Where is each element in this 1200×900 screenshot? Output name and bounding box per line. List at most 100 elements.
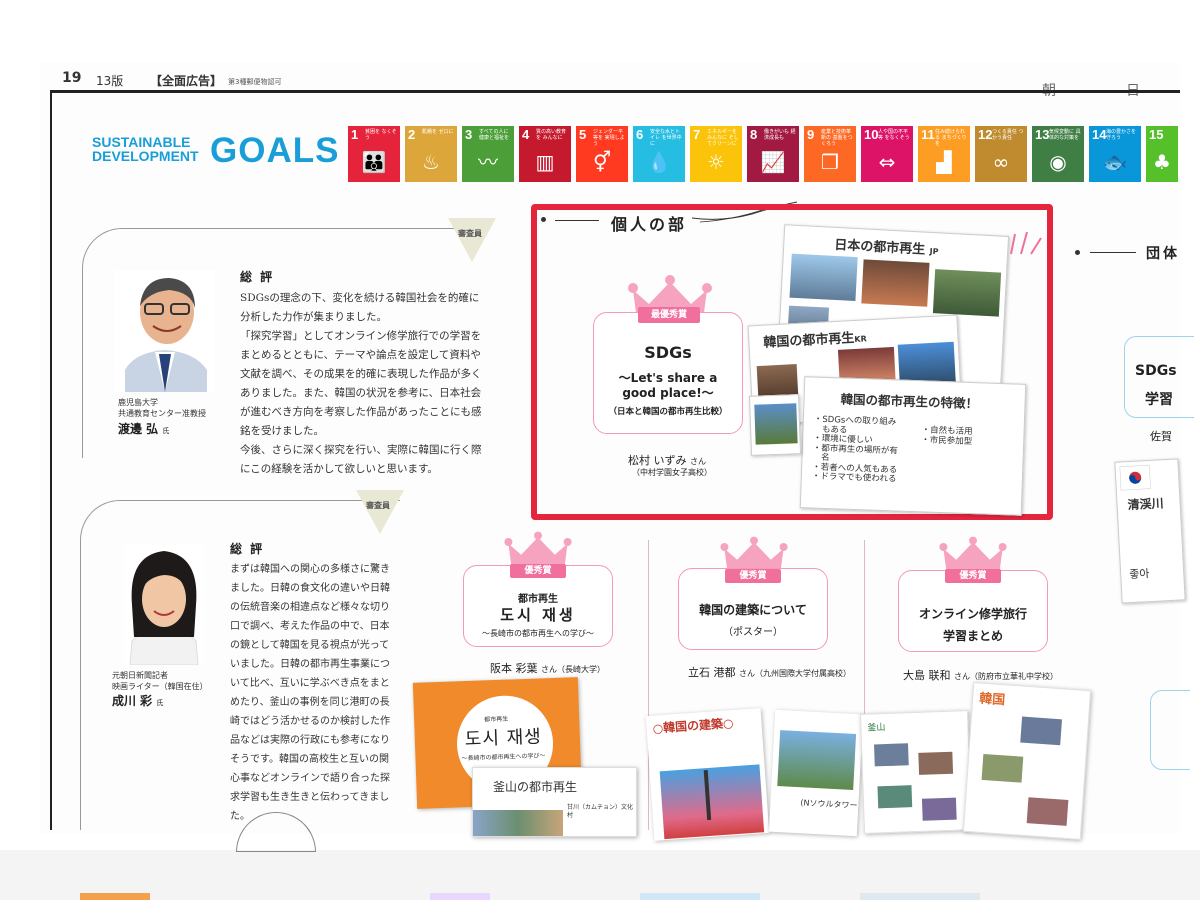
excellence-award-card: 優秀賞 都市再生 도시 재생 ～長崎市の都市再生への学び～ xyxy=(463,564,613,647)
postal-permit: 第3種郵便物認可 xyxy=(228,78,282,86)
author-name-text: 大島 联和 xyxy=(903,669,951,682)
equality-icon: ⇔ xyxy=(878,150,896,174)
author-name: 立石 港都 さん（九州国際大学付属高校） xyxy=(688,664,851,680)
sdg-number: 12 xyxy=(978,127,993,142)
sdg-caption: 貧困を なくそう xyxy=(365,129,397,141)
photo-tile xyxy=(1026,797,1069,826)
page-number: 19 xyxy=(62,70,82,86)
honorific: 氏 xyxy=(156,699,164,707)
group-entry-subtitle: 学習 xyxy=(1145,392,1173,408)
poster-busan: 釜山の都市再生 甘川（カムチョン）文化村 xyxy=(472,767,637,837)
photo-tile xyxy=(897,341,956,385)
book-icon: ▥ xyxy=(535,150,555,174)
sdg-caption: つくる責任 つかう責任 xyxy=(992,129,1024,141)
sdg-number: 10 xyxy=(864,127,879,142)
features-list: ・SDGsへの取り組み もある ・環境に優しい ・都市再生の場所が有 名 ・若者… xyxy=(811,415,899,485)
sdg-number: 13 xyxy=(1035,127,1050,142)
sdg-number: 14 xyxy=(1092,127,1107,142)
entry-note: （日本と韓国の都市再生比較） xyxy=(608,407,728,417)
sdg-number: 2 xyxy=(408,127,416,142)
sdg-goal-4: 4 質の高い教育を みんなに ▥ xyxy=(519,126,571,182)
sdg-caption: すべての人に 健康と福祉を xyxy=(479,129,510,141)
photo-tile xyxy=(777,730,857,790)
entry-subtitle: （ポスター） xyxy=(723,627,783,638)
fish-icon: 🐟 xyxy=(1102,150,1128,174)
overview-heading: 総 評 xyxy=(230,542,265,556)
comment-paragraph: 今後、さらに深く探究を行い、実際に韓国に行く際にこの経験を活かして欲しいと思いま… xyxy=(240,444,482,475)
poster-hangul-title: 도시 재생 xyxy=(464,726,543,751)
poster-photo-card xyxy=(748,394,802,456)
award-badge: 優秀賞 xyxy=(945,569,1001,583)
edition-label: 13版 xyxy=(96,74,124,88)
honorific: さん xyxy=(541,665,557,674)
feature-item: ・市民参加型 xyxy=(921,435,973,448)
judge-badge xyxy=(356,490,404,534)
sdg-caption: 働きがいも 経済成長も xyxy=(764,129,796,141)
poster-features-card: 韓国の都市再生の特徴！ ・SDGsへの取り組み もある ・環境に優しい ・都市再… xyxy=(799,376,1027,516)
poster-busan-title: 釜山の都市再生 xyxy=(493,780,578,794)
city-icon: ▟ xyxy=(936,150,952,174)
honorific: さん xyxy=(690,457,706,466)
features-list-right: ・自然も活用 ・市民参加型 xyxy=(921,425,973,447)
poster-korea-study: 韓国 xyxy=(962,682,1092,840)
left-border-rule xyxy=(50,90,52,830)
sdg-number: 6 xyxy=(636,127,644,142)
poster-japan-title: 日本の都市再生 JP xyxy=(834,234,939,258)
judge-photo xyxy=(115,270,215,392)
sdg-goal-3: 3 すべての人に 健康と福祉を 〰 xyxy=(462,126,514,182)
sdg-number: 9 xyxy=(807,127,815,142)
comment-paragraph: 「探究学習」としてオンライン修学旅行での学習をまとめるとともに、テーマや論点を設… xyxy=(240,330,482,437)
bullet-dot xyxy=(1075,250,1080,255)
sdg-number: 15 xyxy=(1149,127,1164,142)
poster-place-label: 甘川（カムチョン）文化村 xyxy=(567,804,634,819)
affiliation-line: 共通教育センター准教授 xyxy=(118,409,206,418)
judge-photo xyxy=(124,545,204,665)
sdg-number: 4 xyxy=(522,127,530,142)
korea-flag-icon xyxy=(1119,464,1151,491)
features-title: 韓国の都市再生の特徴！ xyxy=(840,391,979,412)
honorific: 氏 xyxy=(162,427,170,435)
comment-paragraph: まずは韓国への関心の多様さに驚きました。日韓の食文化の違いや日韓の伝統音楽の相違… xyxy=(230,564,390,822)
poster-tag: JP xyxy=(929,246,939,257)
sdg-caption: 海の豊かさを 守ろう xyxy=(1106,129,1137,141)
sdg-caption: 人や国の不平等 をなくそう xyxy=(878,129,910,141)
sdg-caption: 飢餓を ゼロに xyxy=(422,129,454,135)
sdg-caption: 産業と技術革新の 基盤をつくろう xyxy=(821,129,853,147)
photo-tile xyxy=(877,785,913,809)
sdg-logo: SUSTAINABLE DEVELOPMENT GOALS xyxy=(92,133,338,168)
group-section-title: 団体 xyxy=(1146,246,1180,262)
water-drop-icon: 💧 xyxy=(646,150,672,174)
poster-busan-label: 釜山 xyxy=(867,723,886,734)
cubes-icon: ❒ xyxy=(821,150,839,174)
judge-comment: まずは韓国への関心の多様さに驚きました。日韓の食文化の違いや日韓の伝統音楽の相違… xyxy=(230,560,396,826)
sun-icon: ☼ xyxy=(707,150,725,174)
judge-badge-label: 審査員 xyxy=(458,229,482,238)
sdg-number: 1 xyxy=(351,127,359,142)
photo-tile xyxy=(981,753,1024,783)
sdg-caption: 住み続けられる まちづくりを xyxy=(935,129,967,147)
gender-icon: ⚥ xyxy=(592,150,612,174)
award-badge: 優秀賞 xyxy=(725,569,781,583)
sdg-caption: 質の高い教育を みんなに xyxy=(536,129,567,141)
poster-tower-label: (Nソウルタワー) xyxy=(800,798,861,811)
entry-title-hangul: 도시 재생 xyxy=(500,606,576,624)
author-school: （九州国際大学付属高校） xyxy=(755,669,851,678)
title-rule xyxy=(1090,252,1136,253)
poster-korea-title-text: 韓国の都市再生 xyxy=(763,331,855,351)
entry-title: SDGs xyxy=(644,343,692,362)
feature-item: ・ドラマでも使われる xyxy=(811,471,897,485)
honorific: さん xyxy=(739,669,755,678)
judge-badge-label: 審査員 xyxy=(366,501,390,510)
sdg-goal-7: 7 エネルギーをみんなに そしてクリーンに ☼ xyxy=(690,126,742,182)
poster-online-study: 釜山 xyxy=(859,710,973,834)
eye-icon: ◉ xyxy=(1049,150,1067,174)
sdg-caption: ジェンダー平等を 実現しよう xyxy=(593,129,625,147)
award-badge: 優秀賞 xyxy=(510,564,566,578)
ad-tag: 【全面広告】 xyxy=(150,74,223,88)
photo-tile xyxy=(659,764,765,840)
sdg-goal-6: 6 安全な水とトイレ を世界中に 💧 xyxy=(633,126,685,182)
sdg-goal-14: 14 海の豊かさを 守ろう 🐟 xyxy=(1089,126,1141,182)
author-name: 松村 いずみ さん xyxy=(628,452,706,468)
award-badge: 最優秀賞 xyxy=(638,307,700,323)
sdg-caption: 気候変動に 具体的な対策を xyxy=(1049,129,1081,141)
